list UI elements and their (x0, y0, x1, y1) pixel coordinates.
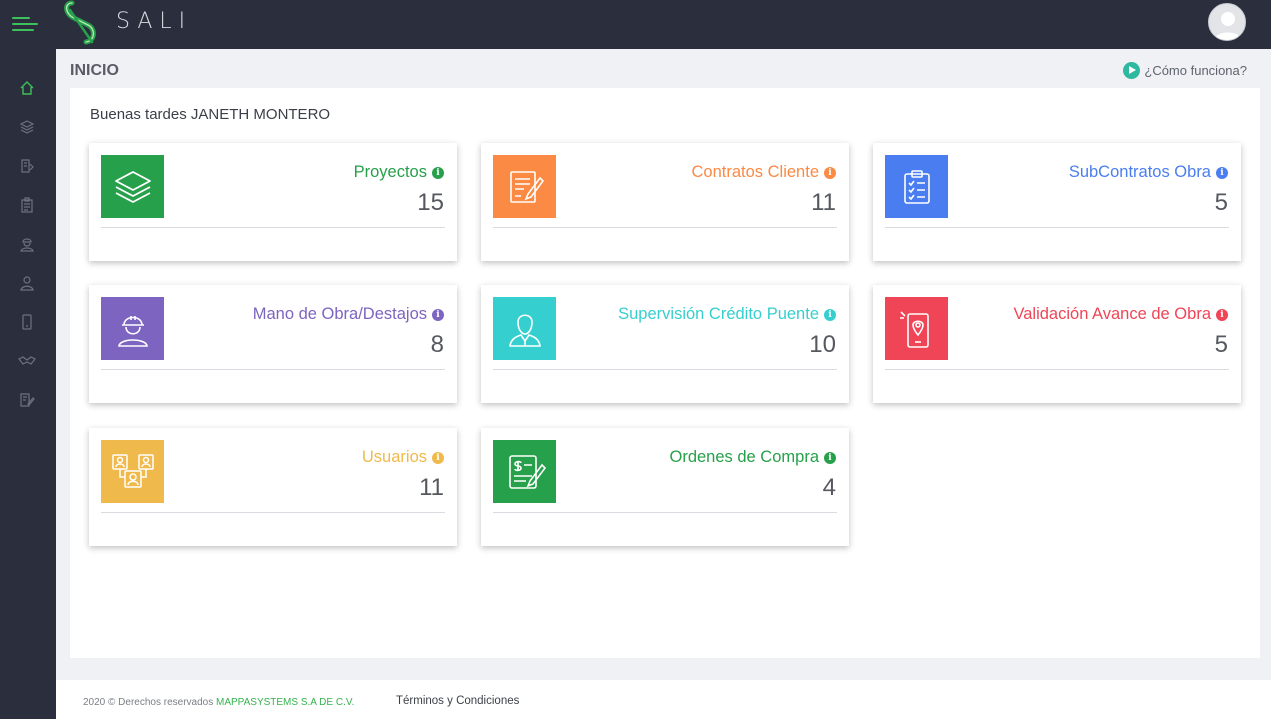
contract-icon (21, 159, 34, 173)
top-bar: SALI (0, 0, 1271, 49)
card-count: 8 (430, 331, 444, 358)
edit-document-icon (20, 393, 35, 407)
users-icon (101, 440, 164, 503)
card-count: 11 (419, 474, 444, 501)
how-it-works-link[interactable]: ¿Cómo funciona? (1123, 62, 1247, 79)
card-count: 15 (417, 189, 444, 216)
card-bridge-credit-supervision[interactable]: Supervisión Crédito Puente i 10 (481, 285, 849, 403)
copyright: 2020 © Derechos reservados MAPPASYSTEMS … (83, 697, 354, 708)
card-count: 4 (822, 474, 836, 501)
footer: 2020 © Derechos reservados MAPPASYSTEMS … (56, 680, 1271, 719)
divider (101, 512, 445, 513)
card-title: Ordenes de Compra (669, 448, 820, 466)
how-it-works-label: ¿Cómo funciona? (1144, 63, 1247, 78)
card-title: SubContratos Obra (1068, 163, 1211, 181)
phone-location-icon (885, 297, 948, 360)
sidebar-item-labor[interactable] (16, 233, 38, 255)
play-icon (1123, 62, 1141, 79)
contract-icon (493, 155, 556, 218)
card-labor[interactable]: Mano de Obra/Destajos i 8 (89, 285, 457, 403)
info-icon[interactable]: i (432, 166, 444, 179)
card-count: 11 (811, 189, 836, 216)
info-icon[interactable]: i (824, 451, 836, 464)
sali-logo-icon (64, 0, 96, 45)
info-icon[interactable]: i (432, 308, 444, 321)
sidebar-item-projects[interactable] (16, 116, 38, 138)
info-icon[interactable]: i (1216, 308, 1228, 321)
page-title: INICIO (70, 62, 119, 79)
info-icon[interactable]: i (1216, 166, 1228, 179)
card-purchase-orders[interactable]: Ordenes de Compra i 4 (481, 428, 849, 546)
copyright-text: 2020 © Derechos reservados (83, 697, 214, 708)
card-title: Contratos Cliente (691, 163, 819, 181)
card-count: 5 (1214, 189, 1228, 216)
sidebar-item-users[interactable] (16, 350, 38, 372)
clipboard-checklist-icon (885, 155, 948, 218)
app-name: SALI (116, 9, 193, 34)
clipboard-icon (21, 197, 33, 213)
card-progress-validation[interactable]: Validación Avance de Obra i 5 (873, 285, 1241, 403)
card-title: Mano de Obra/Destajos (252, 305, 427, 323)
info-icon[interactable]: i (824, 308, 836, 321)
card-title: Supervisión Crédito Puente (618, 305, 819, 323)
menu-toggle-icon[interactable] (12, 13, 38, 35)
user-avatar-icon (1214, 12, 1242, 40)
divider (885, 227, 1229, 228)
info-icon[interactable]: i (432, 451, 444, 464)
divider (885, 369, 1229, 370)
info-icon[interactable]: i (824, 166, 836, 179)
sidebar-item-validation[interactable] (16, 311, 38, 333)
divider (493, 227, 837, 228)
sidebar-item-orders[interactable] (16, 389, 38, 411)
home-icon (20, 81, 34, 95)
sidebar-item-subcontracts[interactable] (16, 194, 38, 216)
worker-icon (20, 238, 34, 252)
card-title: Usuarios (361, 448, 427, 466)
sidebar-item-contracts[interactable] (16, 155, 38, 177)
divider (101, 227, 445, 228)
divider (493, 369, 837, 370)
card-client-contracts[interactable]: Contratos Cliente i 11 (481, 143, 849, 261)
layers-icon (101, 155, 164, 218)
card-count: 5 (1214, 331, 1228, 358)
card-projects[interactable]: Proyectos i 15 (89, 143, 457, 261)
user-avatar[interactable] (1208, 3, 1246, 41)
card-title: Proyectos (353, 163, 427, 181)
card-title: Validación Avance de Obra (1013, 305, 1211, 323)
sidebar-item-supervision[interactable] (16, 272, 38, 294)
handshake-icon (18, 356, 36, 365)
phone-icon (22, 314, 32, 330)
sidebar (0, 49, 56, 719)
supervisor-icon (493, 297, 556, 360)
card-users[interactable]: Usuarios i 11 (89, 428, 457, 546)
purchase-order-icon (493, 440, 556, 503)
supervisor-icon (20, 276, 34, 291)
divider (101, 369, 445, 370)
card-subcontracts[interactable]: SubContratos Obra i 5 (873, 143, 1241, 261)
worker-icon (101, 297, 164, 360)
layers-icon (19, 120, 35, 134)
company-link[interactable]: MAPPASYSTEMS S.A DE C.V. (216, 697, 354, 708)
terms-link[interactable]: Términos y Condiciones (396, 695, 519, 707)
divider (493, 512, 837, 513)
dashboard-panel: Buenas tardes JANETH MONTERO Proyectos i… (70, 88, 1260, 658)
sidebar-item-home[interactable] (16, 77, 38, 99)
card-count: 10 (809, 331, 836, 358)
greeting-text: Buenas tardes JANETH MONTERO (90, 106, 331, 123)
